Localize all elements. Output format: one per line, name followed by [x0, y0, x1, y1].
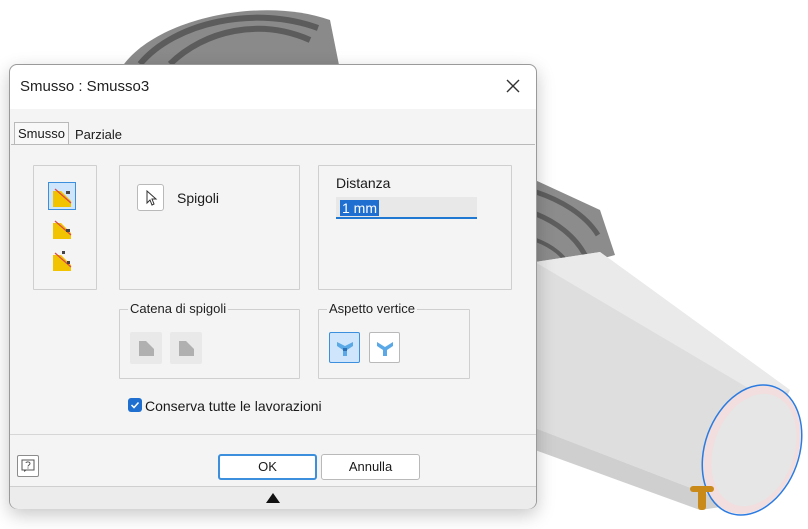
setback-corner-button[interactable] [329, 332, 360, 363]
help-icon [21, 459, 35, 472]
distance-chamfer-button[interactable] [48, 182, 76, 210]
no-setback-corner-icon [376, 341, 393, 356]
setback-corner-icon [336, 341, 353, 356]
chamfer-dialog: Smusso : Smusso3 Smusso Parziale Spigoli… [9, 64, 537, 509]
expand-bar[interactable] [10, 486, 536, 509]
tab-parziale[interactable]: Parziale [72, 125, 125, 144]
tab-smusso[interactable]: Smusso [14, 122, 69, 145]
two-distances-chamfer-icon [53, 251, 72, 271]
distance-input[interactable] [336, 197, 477, 219]
edges-select-button[interactable] [137, 184, 164, 211]
edges-group: Spigoli [119, 165, 300, 290]
expand-arrow-icon [266, 493, 280, 503]
chain-edges-button[interactable] [130, 332, 162, 364]
close-icon [506, 79, 520, 93]
single-edge-button[interactable] [170, 332, 202, 364]
distance-label: Distanza [336, 175, 391, 191]
ok-button[interactable]: OK [218, 454, 317, 480]
distance-angle-chamfer-button[interactable] [48, 214, 76, 242]
single-edge-icon [179, 341, 194, 356]
two-distances-chamfer-button[interactable] [48, 246, 76, 274]
corner-setback-group: Aspetto vertice [318, 301, 470, 379]
cylinder-shaft-model [535, 252, 803, 516]
cancel-button[interactable]: Annulla [321, 454, 420, 480]
help-button[interactable] [17, 455, 39, 477]
edge-chain-label: Catena di spigoli [128, 301, 229, 316]
distance-group: Distanza 1 mm [318, 165, 512, 290]
footer-divider [10, 434, 536, 435]
edge-chain-group: Catena di spigoli [119, 301, 300, 379]
distance-chamfer-icon [53, 188, 72, 207]
edges-label: Spigoli [177, 190, 220, 206]
check-icon [130, 401, 140, 409]
dialog-title: Smusso : Smusso3 [20, 78, 150, 95]
tab-content: Spigoli Distanza 1 mm Catena di spigoli [11, 144, 535, 433]
distance-angle-chamfer-icon [53, 220, 72, 239]
corner-setback-label: Aspetto vertice [327, 301, 417, 316]
close-button[interactable] [500, 73, 526, 99]
chain-edges-icon [139, 341, 154, 356]
chamfer-type-group [33, 165, 97, 290]
dialog-titlebar[interactable]: Smusso : Smusso3 [10, 65, 536, 109]
no-setback-corner-button[interactable] [369, 332, 400, 363]
cursor-arrow-icon [146, 189, 157, 206]
preserve-features-label[interactable]: Conserva tutte le lavorazioni [145, 398, 322, 414]
preserve-features-checkbox[interactable] [128, 398, 142, 412]
